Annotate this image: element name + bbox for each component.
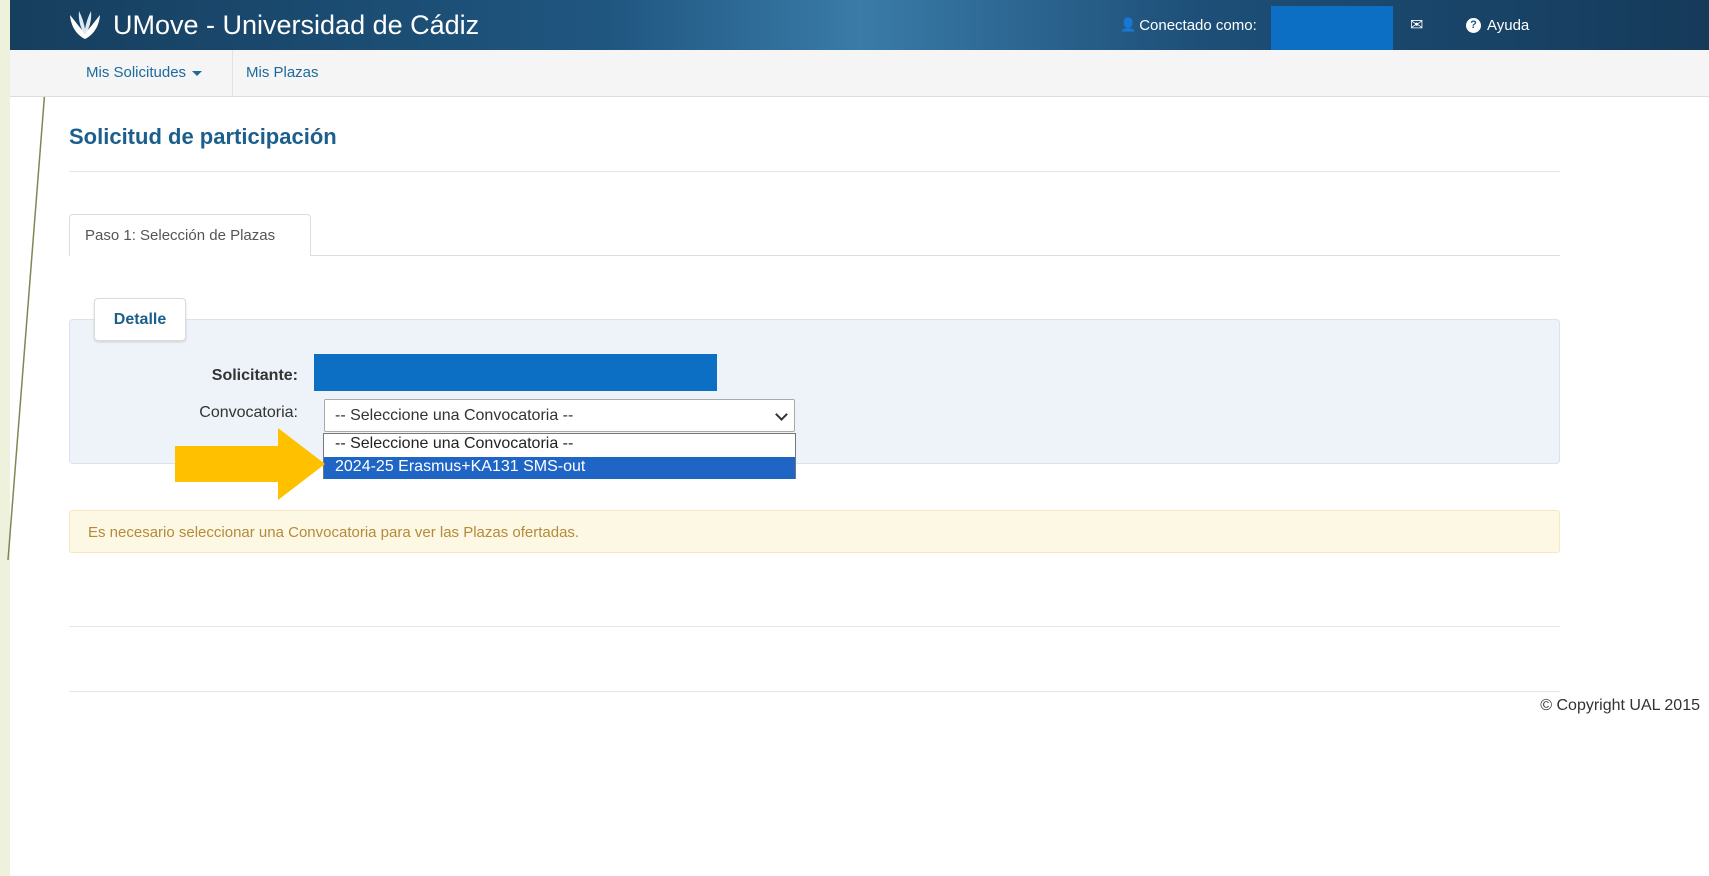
nav-mis-solicitudes-label: Mis Solicitudes: [86, 64, 187, 81]
nav-mis-plazas[interactable]: Mis Plazas: [246, 64, 319, 81]
convocatoria-label: Convocatoria:: [199, 404, 298, 421]
university-logo-icon: [70, 11, 100, 39]
title-divider: [69, 171, 1560, 172]
messages-link[interactable]: ✉: [1410, 0, 1423, 50]
convocatoria-select-value: -- Seleccione una Convocatoria --: [335, 407, 574, 424]
redacted-solicitante: [314, 354, 717, 391]
app-title: UMove - Universidad de Cádiz: [113, 9, 480, 40]
tab-baseline: [311, 255, 1560, 256]
chevron-down-icon: [775, 408, 788, 421]
help-link[interactable]: ? Ayuda: [1466, 0, 1529, 50]
dropdown-option-selected[interactable]: 2024-25 Erasmus+KA131 SMS-out: [324, 457, 795, 479]
solicitante-label: Solicitante:: [211, 367, 298, 384]
brand[interactable]: UMove - Universidad de Cádiz: [67, 7, 479, 43]
info-alert: Es necesario seleccionar una Convocatori…: [69, 510, 1560, 553]
convocatoria-select[interactable]: -- Seleccione una Convocatoria --: [324, 399, 795, 432]
page-title: Solicitud de participación: [69, 124, 337, 149]
footer-divider: [69, 691, 1560, 692]
dropdown-option[interactable]: -- Seleccione una Convocatoria --: [324, 434, 795, 456]
secondary-nav: Mis Solicitudes Mis Plazas: [10, 50, 1709, 97]
envelope-icon: ✉: [1410, 17, 1424, 34]
help-label: Ayuda: [1487, 16, 1530, 34]
nav-divider: [232, 50, 233, 97]
redacted-username: [1271, 6, 1393, 54]
copyright-footer: © Copyright UAL 2015: [1540, 697, 1700, 714]
question-icon: ?: [1466, 17, 1481, 33]
connected-as[interactable]: 👤 Conectado como:: [1120, 0, 1257, 50]
connected-label: Conectado como:: [1139, 16, 1257, 34]
decorative-line: [7, 0, 53, 561]
annotation-arrow-icon: [175, 428, 325, 500]
user-icon: 👤: [1120, 17, 1137, 32]
detail-legend: Detalle: [94, 298, 186, 341]
top-navbar: UMove - Universidad de Cádiz 👤 Conectado…: [10, 0, 1709, 54]
convocatoria-dropdown: -- Seleccione una Convocatoria -- 2024-2…: [323, 433, 796, 479]
nav-mis-solicitudes[interactable]: Mis Solicitudes: [86, 64, 203, 81]
tab-paso-1[interactable]: Paso 1: Selección de Plazas: [69, 214, 311, 256]
caret-down-icon: [192, 70, 203, 76]
content-divider: [69, 626, 1560, 627]
